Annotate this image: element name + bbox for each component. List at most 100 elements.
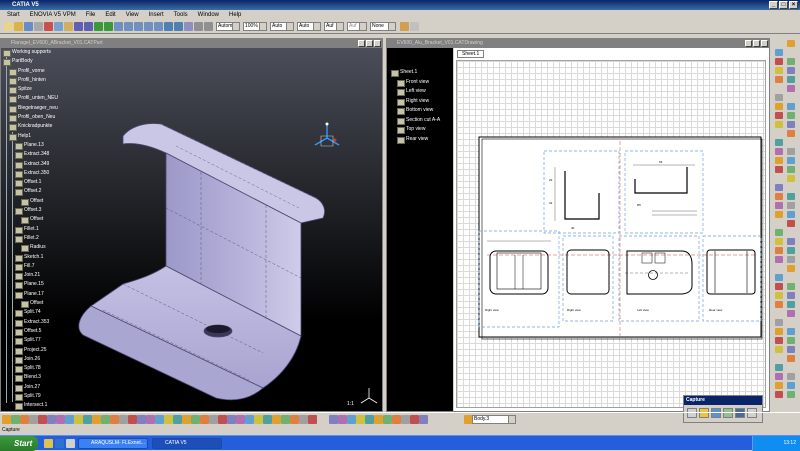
save-icon[interactable] — [24, 22, 33, 31]
workbench-tool-icon[interactable] — [775, 283, 783, 290]
bottom-tool-icon[interactable] — [218, 415, 227, 424]
workbench-tool-icon[interactable] — [775, 238, 783, 245]
bottom-tool-icon[interactable] — [254, 415, 263, 424]
workbench-tool-icon[interactable] — [787, 238, 795, 245]
paste-icon[interactable] — [64, 22, 73, 31]
drawing-maximize-button[interactable] — [753, 40, 760, 47]
part-close-button[interactable] — [374, 40, 381, 47]
workbench-tool-icon[interactable] — [787, 256, 795, 263]
drawing-tree-node[interactable]: Section cut A-A — [395, 116, 440, 126]
workbench-tool-icon[interactable] — [787, 373, 795, 380]
workbench-tool-icon[interactable] — [775, 49, 783, 56]
bottom-tool-icon[interactable] — [164, 415, 173, 424]
workbench-tool-icon[interactable] — [775, 58, 783, 65]
bottom-tool-icon[interactable] — [101, 415, 110, 424]
workbench-tool-icon[interactable] — [775, 247, 783, 254]
bottom-tool-icon[interactable] — [410, 415, 419, 424]
bottom-tool-icon[interactable] — [329, 415, 338, 424]
redo-icon[interactable] — [84, 22, 93, 31]
bottom-tool-icon[interactable] — [338, 415, 347, 424]
workbench-tool-icon[interactable] — [775, 139, 783, 146]
workbench-tool-icon[interactable] — [787, 346, 795, 353]
drawing-tree-node[interactable]: Rear view — [395, 135, 440, 145]
workbench-tool-icon[interactable] — [775, 193, 783, 200]
drawing-tree-node[interactable]: Front view — [395, 78, 440, 88]
undo-icon[interactable] — [74, 22, 83, 31]
shading-icon[interactable] — [184, 22, 193, 31]
workbench-tool-icon[interactable] — [775, 112, 783, 119]
bottom-tool-icon[interactable] — [191, 415, 200, 424]
compass-icon[interactable] — [314, 122, 340, 147]
close-button[interactable]: × — [789, 1, 798, 9]
workbench-tool-icon[interactable] — [787, 121, 795, 128]
workbench-tool-icon[interactable] — [787, 292, 795, 299]
bottom-tool-icon[interactable] — [155, 415, 164, 424]
bottom-tool-icon[interactable] — [374, 415, 383, 424]
bottom-tool-icon[interactable] — [74, 415, 83, 424]
copy-icon[interactable] — [54, 22, 63, 31]
workbench-tool-icon[interactable] — [787, 355, 795, 362]
workbench-tool-icon[interactable] — [787, 175, 795, 182]
menu-start[interactable]: Start — [2, 12, 25, 18]
bottom-tool-icon[interactable] — [2, 415, 11, 424]
workbench-tool-icon[interactable] — [787, 103, 795, 110]
workbench-tool-icon[interactable] — [787, 202, 795, 209]
body-combo[interactable]: Body.3 — [472, 415, 516, 424]
workbench-tool-icon[interactable] — [775, 184, 783, 191]
drawing-tree-node[interactable]: Sheet.1 — [389, 68, 440, 78]
workbench-tool-icon[interactable] — [775, 103, 783, 110]
menu-enovia[interactable]: ENOVIA V5 VPM — [25, 12, 81, 18]
bottom-tool-icon[interactable] — [245, 415, 254, 424]
bottom-tool-icon[interactable] — [383, 415, 392, 424]
swap-space-icon[interactable] — [204, 22, 213, 31]
workbench-tool-icon[interactable] — [787, 382, 795, 389]
workbench-tool-icon[interactable] — [787, 247, 795, 254]
workbench-tool-icon[interactable] — [787, 265, 795, 272]
layer-combo[interactable]: None — [370, 22, 396, 31]
drawing-tree-node[interactable]: Bottom view — [395, 106, 440, 116]
point-symbol-combo[interactable]: Auf — [324, 22, 344, 31]
properties-painter-icon[interactable] — [400, 22, 409, 31]
bottom-tool-icon[interactable] — [20, 415, 29, 424]
3d-viewport[interactable]: Working supports PartBody Profil_vorne Prof… — [1, 48, 382, 411]
task-flexnet[interactable]: ARAQUSLM- FLExnet... — [78, 438, 148, 449]
menu-tools[interactable]: Tools — [169, 12, 193, 18]
print-icon[interactable] — [34, 22, 43, 31]
workbench-tool-icon[interactable] — [775, 328, 783, 335]
workbench-tool-icon[interactable] — [787, 76, 795, 83]
bottom-tool-icon[interactable] — [419, 415, 428, 424]
line-type-combo[interactable]: Auto — [297, 22, 321, 31]
bottom-tool-icon[interactable] — [83, 415, 92, 424]
zoom-in-icon[interactable] — [144, 22, 153, 31]
minimize-button[interactable]: _ — [769, 1, 778, 9]
workbench-tool-icon[interactable] — [787, 328, 795, 335]
workbench-tool-icon[interactable] — [775, 382, 783, 389]
workbench-tool-icon[interactable] — [775, 319, 783, 326]
workbench-tool-icon[interactable] — [787, 283, 795, 290]
bottom-tool-icon[interactable] — [56, 415, 65, 424]
bottom-tool-icon[interactable] — [401, 415, 410, 424]
workbench-tool-icon[interactable] — [775, 391, 783, 398]
pan-icon[interactable] — [124, 22, 133, 31]
workbench-tool-icon[interactable] — [787, 148, 795, 155]
workbench-tool-icon[interactable] — [787, 337, 795, 344]
workbench-tool-icon[interactable] — [787, 85, 795, 92]
workbench-tool-icon[interactable] — [787, 166, 795, 173]
workbench-tool-icon[interactable] — [775, 364, 783, 371]
workbench-tool-icon[interactable] — [775, 301, 783, 308]
bottom-tool-icon[interactable] — [29, 415, 38, 424]
graphic-properties-icon[interactable] — [410, 22, 419, 31]
sheet-tab[interactable]: Sheet.1 — [457, 50, 485, 58]
workbench-tool-icon[interactable] — [775, 256, 783, 263]
workbench-tool-icon[interactable] — [787, 310, 795, 317]
bottom-tool-icon[interactable] — [347, 415, 356, 424]
workbench-tool-icon[interactable] — [775, 292, 783, 299]
menu-file[interactable]: File — [81, 12, 101, 18]
workbench-tool-icon[interactable] — [775, 211, 783, 218]
workbench-tool-icon[interactable] — [787, 193, 795, 200]
layer-combo-disabled[interactable]: Auf — [347, 22, 367, 31]
update-icon[interactable] — [94, 22, 103, 31]
workbench-tool-icon[interactable] — [787, 67, 795, 74]
workbench-tool-icon[interactable] — [787, 112, 795, 119]
bottom-tool-icon[interactable] — [173, 415, 182, 424]
